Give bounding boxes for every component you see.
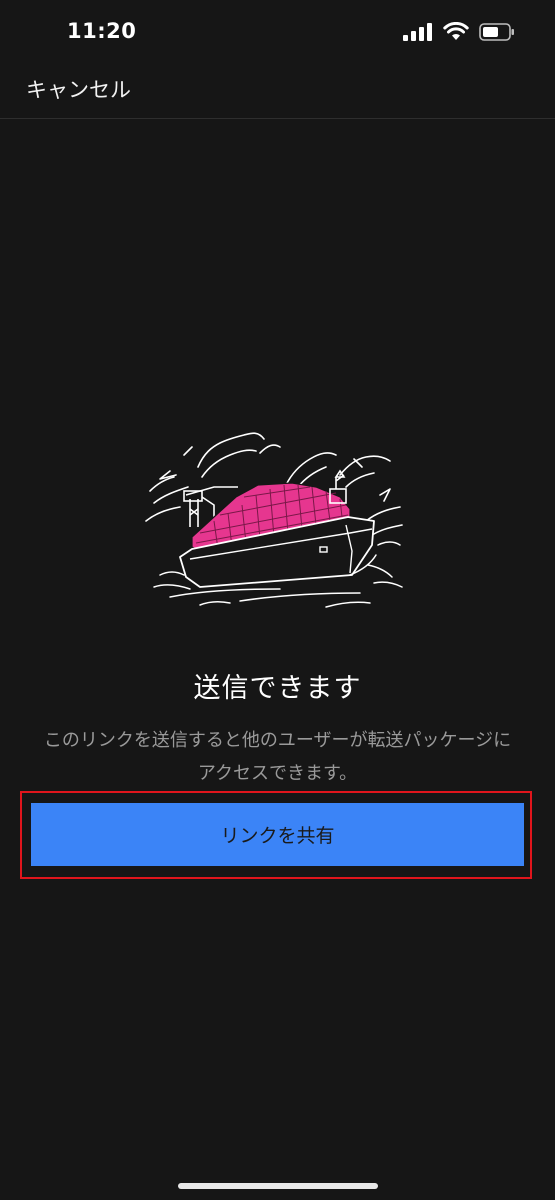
share-link-button[interactable]: リンクを共有: [31, 803, 524, 866]
home-indicator[interactable]: [178, 1183, 378, 1189]
share-link-screen: 11:20 キャンセル 送信できます このリンクを送信すると他のユーザーが転送パ…: [0, 0, 555, 1200]
container-ship-illustration: [145, 432, 403, 608]
page-title: 送信できます: [193, 673, 362, 704]
status-time: 11:20: [67, 19, 137, 43]
status-icons: [403, 22, 515, 41]
description-text: このリンクを送信すると他のユーザーが転送パッケージにアクセスできます。: [43, 730, 512, 784]
nav-bar: キャンセル: [0, 66, 555, 119]
signal-icon: [403, 22, 432, 41]
cancel-button[interactable]: キャンセル: [26, 74, 131, 104]
status-bar: 11:20: [0, 0, 555, 66]
wifi-icon: [443, 22, 469, 40]
battery-icon: [479, 22, 514, 41]
